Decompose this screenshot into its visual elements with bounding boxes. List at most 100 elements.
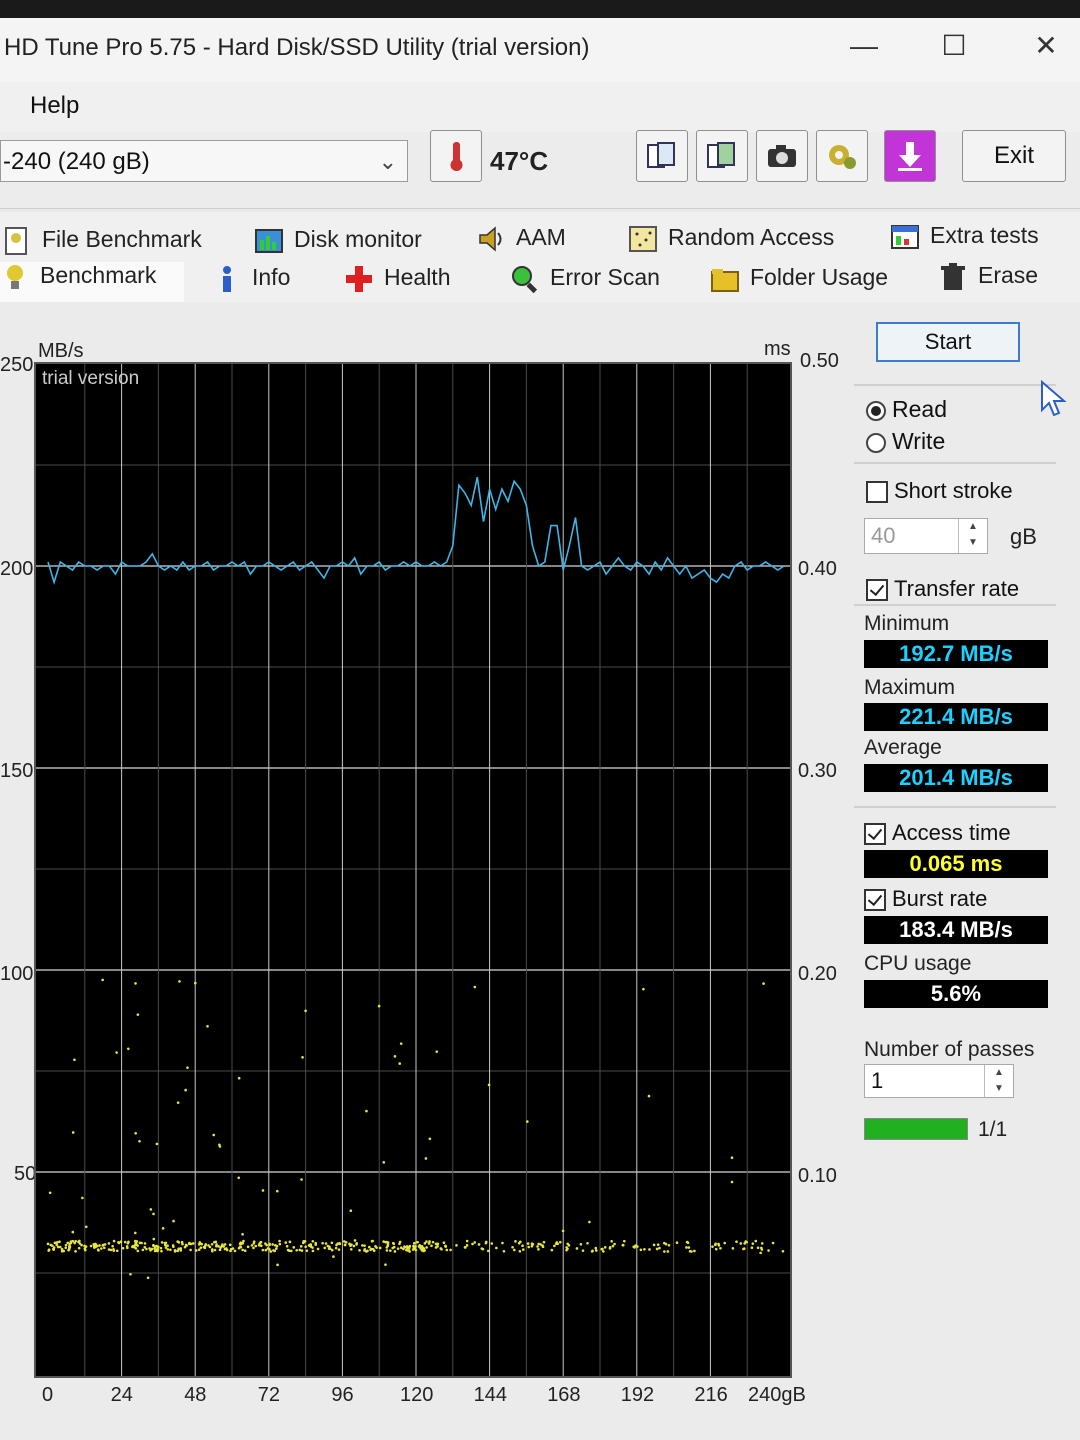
short-stroke-label: Short stroke [894, 478, 1013, 503]
access-time-point [473, 985, 477, 989]
tab-aam[interactable]: AAM [476, 224, 566, 254]
access-time-point [274, 1247, 278, 1250]
short-stroke-unit: gB [1010, 524, 1037, 549]
access-time-point [389, 1249, 392, 1252]
access-time-point [134, 1247, 138, 1250]
x-tick-label: 192 [620, 1384, 655, 1406]
tab-extra-tests[interactable]: Extra tests [890, 222, 1039, 252]
access-time-point [233, 1249, 237, 1253]
short-stroke-input[interactable]: 40 ▲ ▼ [864, 518, 988, 554]
access-time-point [68, 1245, 72, 1249]
access-time-point [160, 1241, 164, 1244]
info-icon [223, 266, 231, 292]
temperature-button[interactable] [430, 130, 482, 182]
short-stroke-checkbox[interactable]: Short stroke [866, 478, 1013, 504]
access-time-point [80, 1243, 83, 1247]
access-time-point [73, 1058, 76, 1062]
access-time-point [408, 1244, 412, 1248]
tab-health[interactable]: Health [344, 264, 450, 294]
access-time-point [309, 1243, 313, 1246]
tab-erase[interactable]: Erase [938, 262, 1038, 292]
access-time-checkbox[interactable]: Access time [864, 820, 1011, 846]
tab-label: Random Access [668, 224, 835, 251]
access-time-point [658, 1246, 661, 1250]
tab-info[interactable]: Info [212, 264, 290, 294]
access-time-point [739, 1242, 743, 1245]
access-time-point [566, 1242, 569, 1246]
access-time-point [602, 1250, 605, 1253]
access-time-point [276, 1263, 279, 1267]
tab-benchmark[interactable]: Benchmark [0, 262, 184, 302]
transfer-rate-checkbox[interactable]: Transfer rate [866, 576, 1019, 602]
x-tick-label: 24 [110, 1384, 133, 1406]
save-button[interactable] [884, 130, 936, 182]
access-time-point [424, 1157, 428, 1160]
access-time-point [156, 1245, 160, 1249]
access-time-point [98, 1244, 101, 1247]
exit-button[interactable]: Exit [962, 130, 1066, 182]
right-tick: 0.20 [798, 963, 837, 985]
passes-value: 1 [871, 1068, 884, 1093]
tab-random-access[interactable]: Random Access [628, 224, 834, 254]
minimize-button[interactable]: — [836, 26, 892, 66]
access-time-point [756, 1246, 760, 1250]
access-time-point [154, 1245, 158, 1248]
access-time-point [199, 1246, 203, 1249]
access-time-point [126, 1047, 130, 1051]
access-time-point [526, 1120, 529, 1123]
health-cross-icon [346, 266, 372, 292]
maximize-button[interactable]: ☐ [926, 26, 982, 66]
spin-arrows-icon[interactable]: ▲ ▼ [958, 519, 987, 553]
screenshot-button[interactable] [756, 130, 808, 182]
access-time-point [550, 1248, 554, 1252]
access-time-point [299, 1245, 303, 1248]
access-time-point [714, 1243, 717, 1247]
options-button[interactable] [816, 130, 868, 182]
access-time-point [610, 1239, 613, 1243]
write-radio[interactable]: Write [866, 428, 945, 455]
access-time-point [396, 1247, 400, 1250]
copy-screenshot-button[interactable] [696, 130, 748, 182]
thermometer-icon [450, 142, 463, 171]
drive-select[interactable]: -240 (240 gB) ⌄ [0, 140, 408, 182]
tab-file-benchmark[interactable]: File Benchmark [2, 226, 202, 256]
access-time-point [352, 1244, 356, 1248]
drive-select-value: -240 (240 gB) [3, 148, 150, 175]
spin-arrows-icon[interactable]: ▲ ▼ [984, 1065, 1013, 1097]
access-time-point [186, 1066, 189, 1069]
tab-error-scan[interactable]: Error Scan [510, 264, 660, 294]
copy-info-button[interactable] [636, 130, 688, 182]
access-time-point [730, 1156, 734, 1160]
access-time-point [134, 1131, 137, 1135]
tab-folder-usage[interactable]: Folder Usage [710, 264, 888, 294]
access-time-point [138, 1241, 142, 1245]
access-time-point [112, 1239, 116, 1243]
menu-help[interactable]: Help [30, 92, 79, 120]
passes-input[interactable]: 1 ▲ ▼ [864, 1064, 1014, 1098]
access-time-point [148, 1247, 151, 1250]
tab-disk-monitor[interactable]: Disk monitor [254, 226, 422, 256]
access-time-point [237, 1076, 241, 1080]
access-time-point [730, 1180, 734, 1184]
burst-rate-checkbox[interactable]: Burst rate [864, 886, 987, 912]
access-time-point [603, 1246, 607, 1249]
access-time-point [643, 1247, 646, 1251]
random-access-icon [629, 226, 657, 252]
access-time-point [369, 1248, 372, 1252]
access-time-point [511, 1245, 514, 1249]
access-time-point [77, 1240, 80, 1244]
access-time-point [252, 1246, 255, 1250]
access-time-point [81, 1196, 84, 1200]
access-time-point [272, 1249, 275, 1252]
copy-screenshot-icon [707, 142, 735, 168]
start-button[interactable]: Start [876, 322, 1020, 362]
access-time-point [215, 1244, 218, 1248]
access-time-point [84, 1225, 88, 1229]
access-time-point [133, 1231, 137, 1235]
access-time-point [536, 1245, 539, 1248]
access-time-point [214, 1240, 218, 1244]
access-time-point [203, 1246, 207, 1250]
access-time-point [159, 1246, 163, 1250]
read-radio[interactable]: Read [866, 396, 947, 423]
close-button[interactable]: ✕ [1018, 26, 1074, 66]
